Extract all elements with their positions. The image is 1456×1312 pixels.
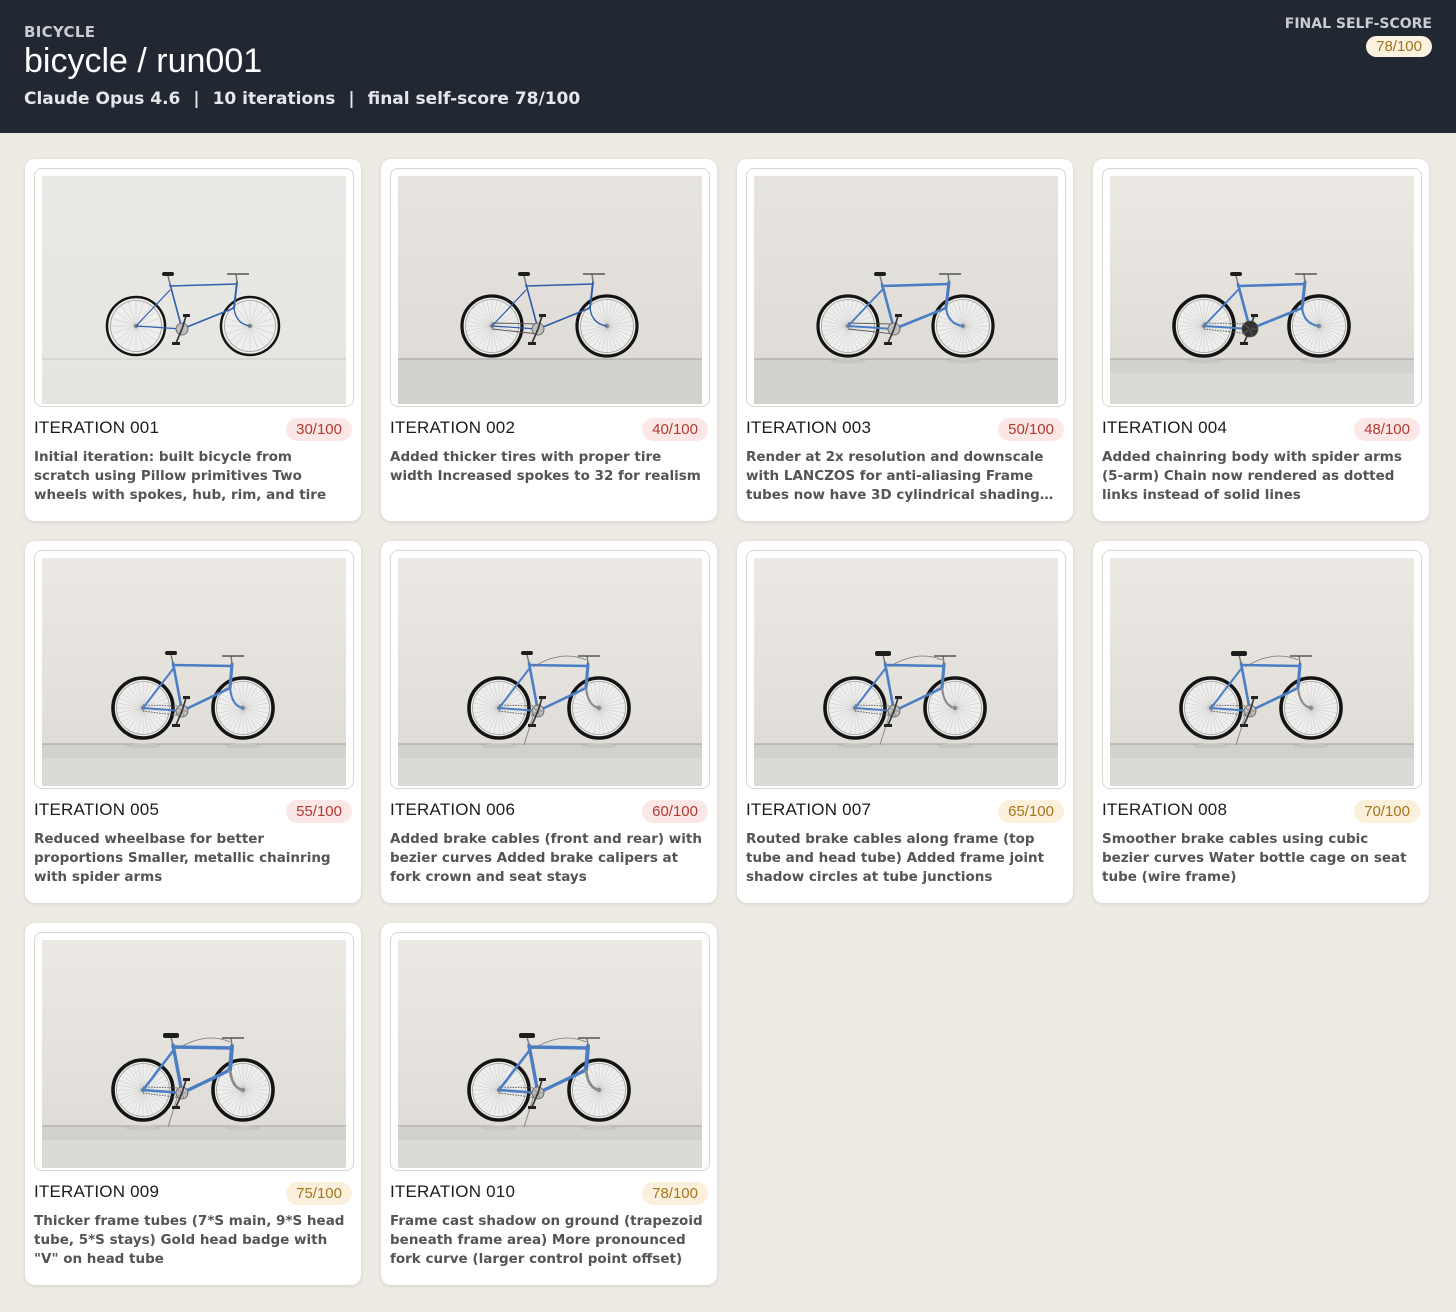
- iteration-card[interactable]: ITERATION 003 50/100 Render at 2x resoluti…: [737, 159, 1073, 521]
- iteration-card[interactable]: ITERATION 002 40/100 Added thicker tires w…: [381, 159, 717, 521]
- score-badge: 40/100: [642, 418, 708, 441]
- bicycle-render-image[interactable]: [398, 558, 702, 786]
- category-label: BICYCLE: [24, 23, 96, 41]
- render-thumbnail-frame: [390, 550, 710, 789]
- bicycle-render-image[interactable]: [398, 176, 702, 404]
- render-thumbnail-frame: [34, 168, 354, 407]
- iteration-description: Frame cast shadow on ground (trapezoid b…: [390, 1213, 703, 1267]
- score-badge: 65/100: [998, 800, 1064, 823]
- bicycle-render-image[interactable]: [42, 558, 346, 786]
- run-header: BICYCLE bicycle / run001 Claude Opus 4.6…: [0, 0, 1456, 133]
- iteration-description: Added brake cables (front and rear) with…: [390, 831, 702, 885]
- iteration-label: ITERATION 004: [1102, 418, 1228, 437]
- score-badge: 48/100: [1354, 418, 1420, 441]
- iteration-label: ITERATION 006: [390, 800, 516, 819]
- iteration-card[interactable]: ITERATION 010 78/100 Frame cast shadow on …: [381, 923, 717, 1285]
- render-thumbnail-frame: [1102, 550, 1422, 789]
- model-name: Claude Opus 4.6: [24, 89, 181, 109]
- meta-separator: |: [348, 89, 355, 109]
- iteration-label: ITERATION 009: [34, 1182, 160, 1201]
- bicycle-render-image[interactable]: [1110, 176, 1414, 404]
- render-thumbnail-frame: [746, 168, 1066, 407]
- final-score-summary: final self-score 78/100: [367, 89, 581, 109]
- render-thumbnail-frame: [390, 932, 710, 1171]
- iteration-label: ITERATION 002: [390, 418, 516, 437]
- run-meta: Claude Opus 4.6 | 10 iterations | final self…: [24, 89, 580, 109]
- iteration-description: Added thicker tires with proper tire wid…: [390, 449, 701, 484]
- score-badge: 30/100: [286, 418, 352, 441]
- bicycle-render-image[interactable]: [398, 940, 702, 1168]
- bicycle-render-image[interactable]: [42, 940, 346, 1168]
- score-badge: 60/100: [642, 800, 708, 823]
- render-thumbnail-frame: [34, 550, 354, 789]
- iteration-label: ITERATION 003: [746, 418, 872, 437]
- iteration-label: ITERATION 001: [34, 418, 160, 437]
- iteration-count: 10 iterations: [212, 89, 336, 109]
- score-badge: 78/100: [642, 1182, 708, 1205]
- iteration-label: ITERATION 008: [1102, 800, 1228, 819]
- render-thumbnail-frame: [390, 168, 710, 407]
- iteration-description: Routed brake cables along frame (top tub…: [746, 831, 1045, 885]
- iteration-card[interactable]: ITERATION 006 60/100 Added brake cables (f…: [381, 541, 717, 903]
- iteration-description: Reduced wheelbase for better proportions…: [34, 831, 331, 885]
- iteration-card[interactable]: ITERATION 001 30/100 Initial iteration: bu…: [25, 159, 361, 521]
- bicycle-render-image[interactable]: [1110, 558, 1414, 786]
- final-score-label: FINAL SELF-SCORE: [1284, 16, 1432, 32]
- iteration-description: Initial iteration: built bicycle from sc…: [34, 449, 327, 503]
- score-badge: 50/100: [998, 418, 1064, 441]
- iteration-description: Added chainring body with spider arms (5…: [1102, 449, 1402, 503]
- render-thumbnail-frame: [34, 932, 354, 1171]
- render-thumbnail-frame: [746, 550, 1066, 789]
- iteration-description: Thicker frame tubes (7*S main, 9*S head …: [34, 1213, 345, 1267]
- score-badge: 70/100: [1354, 800, 1420, 823]
- iteration-description: Smoother brake cables using cubic bezier…: [1102, 831, 1407, 885]
- iteration-label: ITERATION 007: [746, 800, 872, 819]
- iteration-card[interactable]: ITERATION 009 75/100 Thicker frame tubes (…: [25, 923, 361, 1285]
- iteration-label: ITERATION 010: [390, 1182, 516, 1201]
- score-badge: 75/100: [286, 1182, 352, 1205]
- render-thumbnail-frame: [1102, 168, 1422, 407]
- bicycle-render-image[interactable]: [754, 558, 1058, 786]
- iteration-card[interactable]: ITERATION 008 70/100 Smoother brake cables…: [1093, 541, 1429, 903]
- final-score-badge: 78/100: [1366, 36, 1432, 57]
- iteration-description: Render at 2x resolution and downscale wi…: [746, 449, 1044, 503]
- score-badge: 55/100: [286, 800, 352, 823]
- meta-separator: |: [193, 89, 200, 109]
- bicycle-render-image[interactable]: [42, 176, 346, 404]
- iteration-card[interactable]: ITERATION 007 65/100 Routed brake cables a…: [737, 541, 1073, 903]
- page-title: bicycle / run001: [24, 42, 263, 80]
- iteration-card[interactable]: ITERATION 004 48/100 Added chainring body …: [1093, 159, 1429, 521]
- bicycle-render-image[interactable]: [754, 176, 1058, 404]
- iteration-label: ITERATION 005: [34, 800, 160, 819]
- iteration-card[interactable]: ITERATION 005 55/100 Reduced wheelbase for…: [25, 541, 361, 903]
